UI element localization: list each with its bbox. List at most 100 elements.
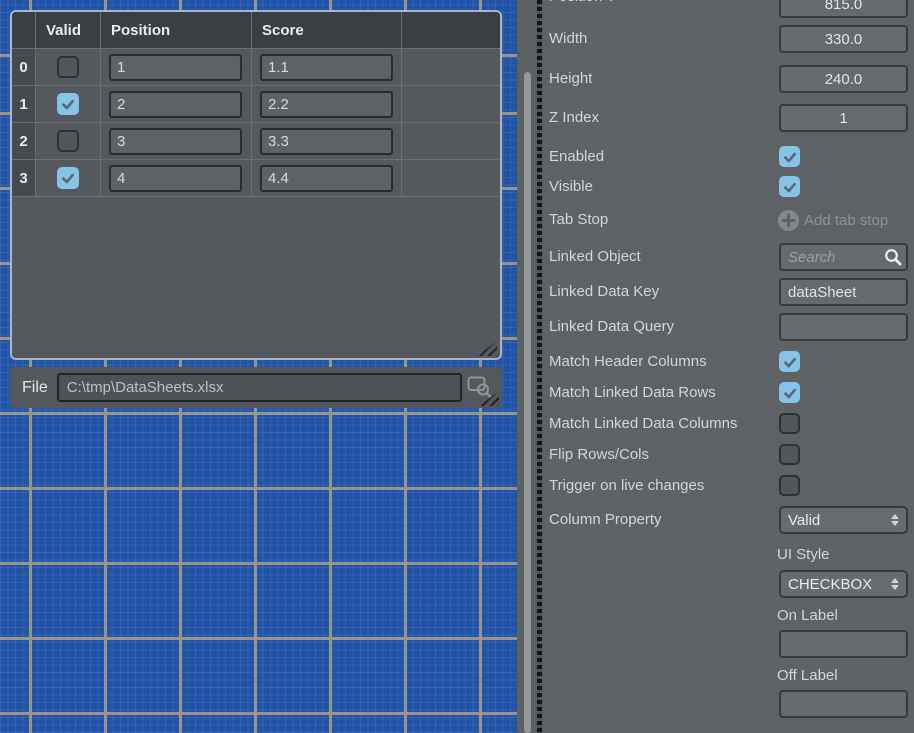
column-property-select[interactable]: Valid <box>779 506 908 534</box>
flip-rows-cols-checkbox[interactable] <box>779 444 800 465</box>
height-input[interactable] <box>779 65 908 93</box>
header-cell-extra <box>402 12 500 49</box>
canvas-scrollbar-track[interactable] <box>517 0 537 733</box>
on-label-input[interactable] <box>779 630 908 658</box>
match-linked-data-columns-label: Match Linked Data Columns <box>549 413 737 434</box>
extra-cell <box>402 160 500 197</box>
valid-cell <box>36 49 101 86</box>
add-tab-stop-button[interactable]: Add tab stop <box>804 210 888 231</box>
trigger-on-live-changes-label: Trigger on live changes <box>549 475 704 496</box>
valid-checkbox[interactable] <box>57 130 79 152</box>
position-input[interactable] <box>109 128 242 155</box>
data-table-widget[interactable]: Valid Position Score 0 1 <box>10 10 502 360</box>
position-y-label: Position Y <box>549 0 616 7</box>
table-row: 3 <box>12 160 500 197</box>
check-icon <box>61 171 75 185</box>
linked-object-label: Linked Object <box>549 243 641 271</box>
header-cell-score: Score <box>252 12 402 49</box>
position-input[interactable] <box>109 165 242 192</box>
browse-file-icon[interactable] <box>466 374 494 400</box>
linked-data-key-label: Linked Data Key <box>549 278 659 306</box>
off-label-label: Off Label <box>777 666 838 686</box>
match-linked-data-rows-label: Match Linked Data Rows <box>549 382 716 403</box>
column-property-value: Valid <box>788 512 820 529</box>
valid-checkbox[interactable] <box>57 93 79 115</box>
score-input[interactable] <box>260 128 393 155</box>
position-input[interactable] <box>109 91 242 118</box>
row-index: 0 <box>12 49 36 86</box>
trigger-on-live-changes-checkbox[interactable] <box>779 475 800 496</box>
off-label-input[interactable] <box>779 690 908 718</box>
match-header-columns-checkbox[interactable] <box>779 351 800 372</box>
table-row: 2 <box>12 123 500 160</box>
score-cell <box>252 49 402 86</box>
design-canvas[interactable]: Valid Position Score 0 1 <box>0 0 517 733</box>
position-cell <box>101 86 252 123</box>
score-input[interactable] <box>260 91 393 118</box>
header-cell-position: Position <box>101 12 252 49</box>
check-icon <box>783 355 797 369</box>
on-label-label: On Label <box>777 606 838 626</box>
add-tab-stop-icon[interactable] <box>778 210 799 231</box>
row-index: 3 <box>12 160 36 197</box>
match-linked-data-rows-checkbox[interactable] <box>779 382 800 403</box>
table-empty-area <box>12 197 500 358</box>
score-cell <box>252 160 402 197</box>
valid-cell <box>36 160 101 197</box>
row-index: 1 <box>12 86 36 123</box>
match-linked-data-columns-checkbox[interactable] <box>779 413 800 434</box>
valid-checkbox[interactable] <box>57 167 79 189</box>
canvas-scrollbar-thumb[interactable] <box>524 72 531 733</box>
score-cell <box>252 86 402 123</box>
check-icon <box>61 97 75 111</box>
table-row: 0 <box>12 49 500 86</box>
position-y-input[interactable] <box>779 0 908 18</box>
check-icon <box>783 386 797 400</box>
linked-data-query-label: Linked Data Query <box>549 313 674 341</box>
extra-cell <box>402 49 500 86</box>
file-path-input[interactable] <box>57 373 462 402</box>
ui-style-label: UI Style <box>777 545 830 565</box>
position-cell <box>101 123 252 160</box>
header-cell-valid: Valid <box>36 12 101 49</box>
score-input[interactable] <box>260 54 393 81</box>
score-cell <box>252 123 402 160</box>
extra-cell <box>402 86 500 123</box>
visible-label: Visible <box>549 176 593 197</box>
position-input[interactable] <box>109 54 242 81</box>
spinner-arrows-icon <box>891 578 899 590</box>
linked-object-search <box>779 243 908 271</box>
match-header-columns-label: Match Header Columns <box>549 351 707 372</box>
linked-data-key-input[interactable] <box>779 278 908 306</box>
search-icon <box>884 248 902 266</box>
table-header-row: Valid Position Score <box>12 12 500 49</box>
position-cell <box>101 160 252 197</box>
enabled-label: Enabled <box>549 146 604 167</box>
valid-cell <box>36 123 101 160</box>
flip-rows-cols-label: Flip Rows/Cols <box>549 444 649 465</box>
spinner-arrows-icon <box>891 514 899 526</box>
width-label: Width <box>549 25 587 53</box>
check-icon <box>783 180 797 194</box>
tab-stop-label: Tab Stop <box>549 209 608 230</box>
check-icon <box>783 150 797 164</box>
ui-style-select[interactable]: CHECKBOX <box>779 570 908 598</box>
height-label: Height <box>549 65 592 93</box>
column-property-label: Column Property <box>549 506 662 534</box>
linked-data-query-input[interactable] <box>779 313 908 341</box>
ui-style-value: CHECKBOX <box>788 576 872 593</box>
file-label: File <box>22 379 48 397</box>
valid-checkbox[interactable] <box>57 56 79 78</box>
file-picker-widget[interactable]: File <box>10 367 502 408</box>
enabled-checkbox[interactable] <box>779 146 800 167</box>
z-index-label: Z Index <box>549 104 599 132</box>
table-row: 1 <box>12 86 500 123</box>
properties-panel: Position Y Width Height Z Index Enabled … <box>542 0 914 733</box>
valid-cell <box>36 86 101 123</box>
z-index-input[interactable] <box>779 104 908 132</box>
width-input[interactable] <box>779 25 908 53</box>
visible-checkbox[interactable] <box>779 176 800 197</box>
position-cell <box>101 49 252 86</box>
score-input[interactable] <box>260 165 393 192</box>
extra-cell <box>402 123 500 160</box>
